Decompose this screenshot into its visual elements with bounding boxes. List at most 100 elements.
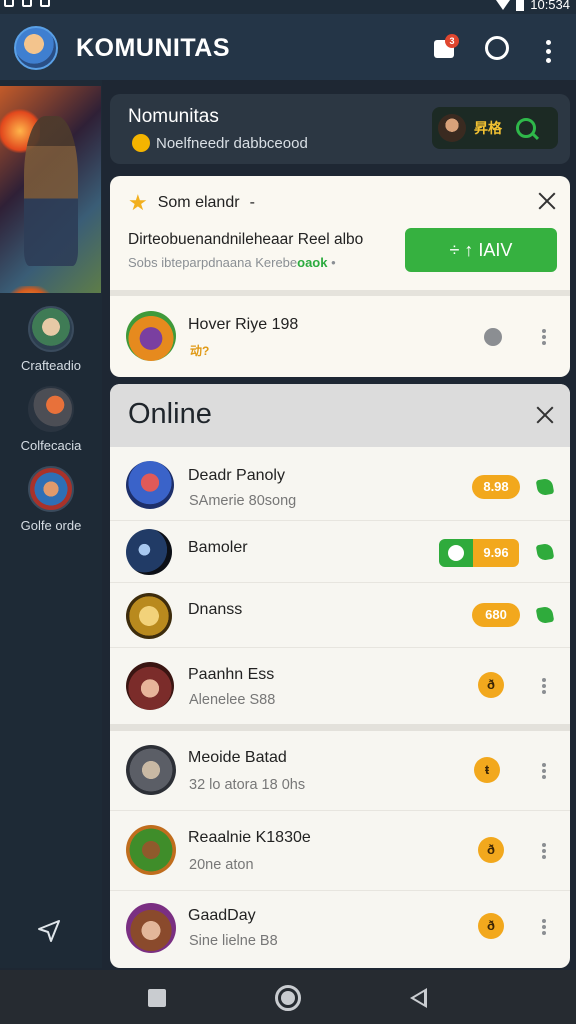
online-header: Online [110, 384, 570, 447]
sidebar-item-golfe-orde[interactable]: Golfe orde [0, 466, 102, 533]
online-icon [439, 539, 473, 567]
notification-detail-tail: • [331, 255, 336, 270]
profile-avatar[interactable] [14, 26, 58, 70]
notification-card: ★ Som elandr - Dirteobuenandnileheaar Re… [110, 176, 570, 377]
online-title: Online [128, 398, 212, 430]
app-title: KOMUNITAS [76, 34, 231, 62]
status-time: 10:534 [530, 0, 570, 12]
friend-badge: ŧ [474, 757, 500, 783]
friend-badge: 680 [472, 603, 520, 627]
close-icon[interactable] [534, 404, 556, 426]
more-menu-icon[interactable] [538, 40, 558, 70]
community-search-pill[interactable]: 昇格 [432, 107, 558, 149]
friend-row[interactable]: GaadDay Sine lielne B8 ð [110, 891, 570, 968]
more-icon[interactable] [542, 329, 546, 345]
status-dot [484, 328, 502, 346]
sidebar-item-label: Crafteadio [21, 358, 81, 373]
friend-status: 32 lo atora 18 0hs [189, 777, 306, 793]
status-icon [4, 0, 14, 7]
notification-title: Som elandr [157, 194, 240, 211]
recents-icon[interactable] [148, 989, 166, 1007]
friend-avatar [126, 825, 176, 875]
battery-icon [516, 0, 525, 11]
notification-list-item[interactable]: Hover Riye 198 动? [110, 296, 570, 377]
friend-row[interactable]: Dnanss 680 [110, 583, 570, 648]
friend-status: 20ne aton [189, 857, 254, 873]
chat-icon[interactable] [485, 36, 509, 60]
friend-avatar [126, 662, 174, 710]
elf-avatar [28, 306, 74, 352]
notification-detail-link[interactable]: oaok [297, 255, 327, 270]
community-subtitle-text: Noelfneedr dabbceood [156, 134, 308, 152]
inbox-button[interactable]: 3 [432, 34, 459, 60]
more-icon[interactable] [542, 678, 546, 694]
friend-badge: 9.96 [473, 539, 519, 567]
friend-status: SAmerie 80song [189, 493, 297, 509]
notification-header: ★ Som elandr - [128, 190, 255, 216]
send-icon[interactable] [36, 918, 62, 944]
friend-badge: ð [478, 837, 504, 863]
friend-name: Reaalnie K1830e [188, 829, 311, 846]
friend-name: GaadDay [188, 907, 256, 924]
status-icon [40, 0, 50, 7]
inbox-badge: 3 [445, 34, 459, 48]
more-icon[interactable] [542, 843, 546, 859]
friend-name: Meoide Batad [188, 749, 287, 766]
online-panel: Online Deadr Panoly SAmerie 80song 8.98 … [110, 384, 570, 968]
community-card[interactable]: Nomunitas Noelfneedr dabbceood 昇格 [110, 94, 570, 164]
friend-row[interactable]: Reaalnie K1830e 20ne aton ð [110, 811, 570, 891]
friend-avatar [126, 461, 174, 509]
friend-row[interactable]: Bamoler 9.96 [110, 521, 570, 583]
app-bar: KOMUNITAS 3 [0, 14, 576, 80]
notification-message: Dirteobuenandnileheaar Reel albo [128, 231, 364, 248]
status-icon [22, 0, 32, 7]
notification-detail-text: Sobs ibteparpdnaana Kerebe [128, 255, 298, 270]
pill-text: 昇格 [474, 120, 502, 136]
sidebar-item-label: Colfecacia [20, 438, 82, 453]
friend-badge-combo: 9.96 [439, 539, 519, 567]
smile-icon [132, 134, 150, 152]
status-bar: 10:534 [0, 0, 576, 14]
community-title: Nomunitas [128, 106, 219, 127]
friend-status: Sine lielne B8 [189, 933, 278, 949]
hero-banner-image[interactable] [0, 86, 101, 293]
list-item-name: Hover Riye 198 [188, 316, 299, 333]
close-icon[interactable] [536, 190, 558, 212]
hero-avatar [126, 311, 176, 361]
wifi-icon [496, 0, 511, 10]
friend-avatar [126, 593, 172, 639]
check-icon[interactable] [535, 605, 555, 625]
friend-name: Paanhn Ess [188, 666, 275, 683]
friend-badge: ð [478, 672, 504, 698]
friend-badge: 8.98 [472, 475, 520, 499]
fox-avatar [28, 386, 74, 432]
pirate-avatar [28, 466, 74, 512]
check-icon[interactable] [535, 542, 555, 562]
sidebar-item-crafteadio[interactable]: Crafteadio [0, 306, 102, 373]
search-icon[interactable] [516, 118, 536, 138]
user-avatar [438, 114, 466, 142]
notification-detail: Sobs ibteparpdnaana Kerebeoaok • [128, 255, 336, 270]
divider [110, 724, 570, 731]
friend-avatar [126, 903, 176, 953]
sidebar-item-label: Golfe orde [20, 518, 82, 533]
friend-row[interactable]: Deadr Panoly SAmerie 80song 8.98 [110, 447, 570, 521]
notification-action-button[interactable]: ÷ ↑ IAIV [405, 228, 557, 272]
community-subtitle: Noelfneedr dabbceood [132, 134, 308, 152]
list-item-sub: 动? [190, 344, 210, 358]
friend-name: Dnanss [188, 601, 243, 618]
friend-badge: ð [478, 913, 504, 939]
more-icon[interactable] [542, 763, 546, 779]
friend-row[interactable]: Meoide Batad 32 lo atora 18 0hs ŧ [110, 731, 570, 811]
home-icon[interactable] [275, 985, 301, 1011]
star-icon: ★ [128, 190, 148, 215]
friend-avatar [126, 529, 172, 575]
friend-name: Bamoler [188, 539, 248, 556]
friend-avatar [126, 745, 176, 795]
more-icon[interactable] [542, 919, 546, 935]
sidebar-item-colfecacia[interactable]: Colfecacia [0, 386, 102, 453]
check-icon[interactable] [535, 477, 555, 497]
system-nav-bar [0, 970, 576, 1024]
back-icon[interactable] [410, 988, 427, 1008]
friend-row[interactable]: Paanhn Ess Alenelee S88 ð [110, 648, 570, 724]
